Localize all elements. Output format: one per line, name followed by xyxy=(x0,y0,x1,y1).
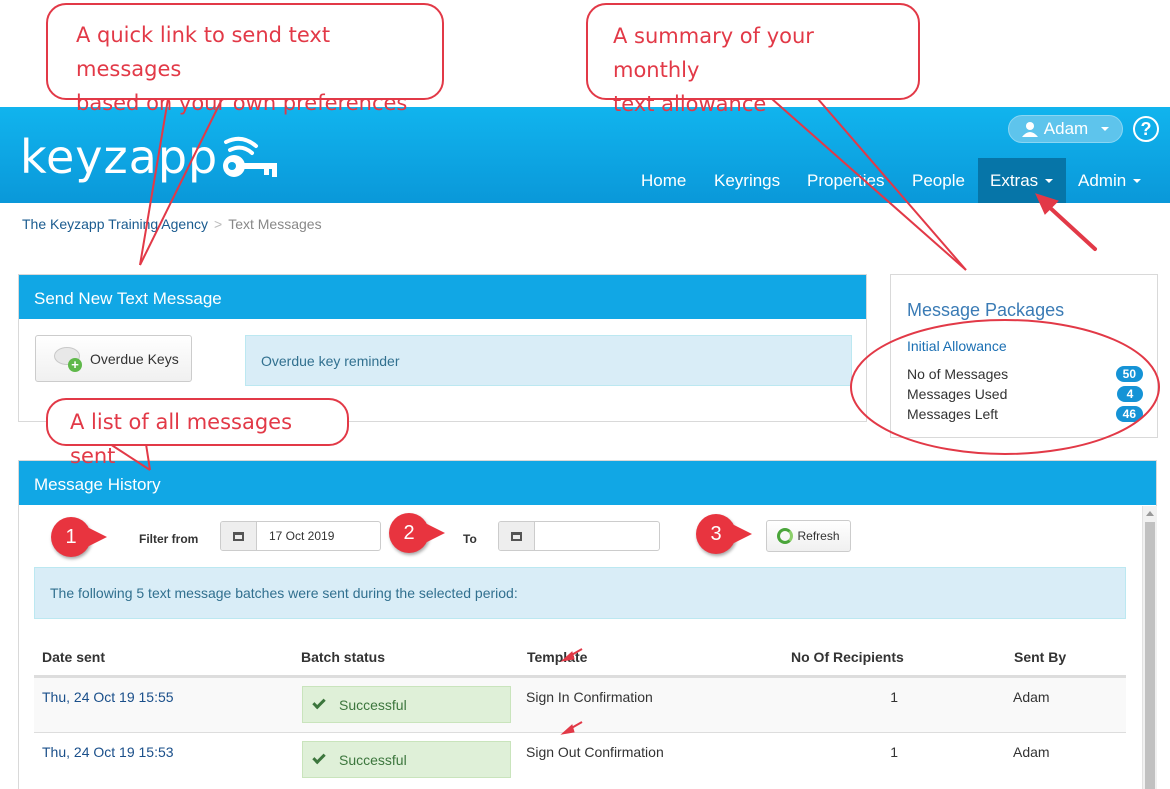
keyzapp-logo[interactable]: keyzapp xyxy=(20,127,282,187)
package-badge: 46 xyxy=(1115,406,1143,422)
step-marker-1: 1 xyxy=(51,517,107,557)
col-date-sent: Date sent xyxy=(42,649,106,665)
row-template: Sign Out Confirmation xyxy=(526,744,664,760)
filter-from-input[interactable]: 17 Oct 2019 xyxy=(257,522,346,550)
user-name: Adam xyxy=(1043,119,1089,138)
message-list-callout: A list of all messages sent xyxy=(46,398,349,468)
table-row[interactable]: Thu, 24 Oct 19 15:53 Successful Sign Out… xyxy=(34,732,1126,787)
calendar-icon[interactable] xyxy=(221,522,257,550)
callout-line: A list of all messages sent xyxy=(70,410,293,468)
chevron-down-icon xyxy=(1045,178,1054,183)
check-icon xyxy=(312,750,326,765)
status-text: Successful xyxy=(339,696,407,713)
quick-link-callout: A quick link to send text messages based… xyxy=(46,3,444,115)
row-recipients: 1 xyxy=(890,744,898,760)
refresh-icon xyxy=(777,528,794,544)
step-arrow-icon xyxy=(421,521,445,545)
package-label: Messages Left xyxy=(907,406,999,422)
filter-to-date[interactable] xyxy=(498,521,660,551)
status-text: Successful xyxy=(339,751,407,768)
user-icon xyxy=(1021,122,1038,137)
refresh-button[interactable]: Refresh xyxy=(766,520,851,552)
overdue-keys-label: Overdue Keys xyxy=(90,350,179,367)
scrollbar[interactable] xyxy=(1142,506,1157,789)
nav-people[interactable]: People xyxy=(900,158,977,203)
send-panel-title: Send New Text Message xyxy=(19,275,866,319)
package-label: No of Messages xyxy=(907,366,1009,382)
row-date[interactable]: Thu, 24 Oct 19 15:53 xyxy=(42,744,174,760)
logo-text: keyzapp xyxy=(20,130,219,184)
nav-keyrings[interactable]: Keyrings xyxy=(702,158,792,203)
filter-from-date[interactable]: 17 Oct 2019 xyxy=(220,521,381,551)
status-badge: Successful xyxy=(302,686,511,723)
overdue-keys-button[interactable]: + Overdue Keys xyxy=(35,335,192,382)
chevron-down-icon xyxy=(1101,127,1110,131)
status-badge: Successful xyxy=(302,741,511,778)
step-arrow-icon xyxy=(728,522,752,546)
key-wifi-icon xyxy=(223,136,278,177)
row-recipients: 1 xyxy=(890,689,898,705)
nav-label: Admin xyxy=(1078,170,1127,190)
filter-to-input[interactable] xyxy=(535,522,559,550)
breadcrumb-current: Text Messages xyxy=(228,216,322,232)
nav-extras[interactable]: Extras xyxy=(978,158,1066,203)
row-date[interactable]: Thu, 24 Oct 19 15:55 xyxy=(42,689,174,705)
col-recipients: No Of Recipients xyxy=(791,649,904,665)
nav-label: Extras xyxy=(990,170,1039,190)
breadcrumb: The Keyzapp Training Agency > Text Message… xyxy=(22,216,322,232)
package-badge: 50 xyxy=(1115,366,1143,382)
help-icon[interactable]: ? xyxy=(1133,116,1159,142)
callout-line: A quick link to send text messages xyxy=(76,23,331,81)
check-icon xyxy=(312,695,326,710)
table-header: Date sent Batch status Template No Of Re… xyxy=(34,639,1126,677)
package-row: Messages Left 46 xyxy=(907,406,1143,422)
package-row: Messages Used 4 xyxy=(907,386,1143,402)
row-template: Sign In Confirmation xyxy=(526,689,653,705)
nav-properties[interactable]: Properties xyxy=(795,158,896,203)
nav-label: Keyrings xyxy=(714,170,781,190)
message-packages-panel: Message Packages Initial Allowance No of… xyxy=(890,274,1158,438)
nav-label: People xyxy=(912,170,965,190)
breadcrumb-agency-link[interactable]: The Keyzapp Training Agency xyxy=(22,216,208,232)
package-label: Messages Used xyxy=(907,386,1008,402)
nav-label: Home xyxy=(641,170,687,190)
row-sent-by: Adam xyxy=(1013,689,1050,705)
nav-admin[interactable]: Admin xyxy=(1066,158,1153,203)
table-row[interactable]: Thu, 24 Oct 19 15:55 Successful Sign In … xyxy=(34,677,1126,732)
package-row: No of Messages 50 xyxy=(907,366,1143,382)
col-batch-status: Batch status xyxy=(301,649,386,665)
col-sent-by: Sent By xyxy=(1014,649,1067,665)
breadcrumb-separator: > xyxy=(214,216,223,232)
to-label: To xyxy=(463,532,477,546)
nav-home[interactable]: Home xyxy=(629,158,698,203)
step-arrow-icon xyxy=(83,525,107,549)
chevron-down-icon xyxy=(1133,178,1142,183)
step-marker-3: 3 xyxy=(696,514,752,554)
calendar-icon[interactable] xyxy=(499,522,535,550)
row-sent-by: Adam xyxy=(1013,744,1050,760)
scroll-up-arrow-icon[interactable] xyxy=(1146,511,1154,516)
message-history-table: Date sent Batch status Template No Of Re… xyxy=(34,639,1126,787)
filter-from-label: Filter from xyxy=(139,532,199,546)
nav-label: Properties xyxy=(807,170,885,190)
summary-callout: A summary of your monthly text allowance xyxy=(586,3,920,116)
package-badge: 4 xyxy=(1117,386,1143,402)
packages-title: Message Packages xyxy=(907,300,1065,320)
col-template: Template xyxy=(527,649,588,665)
callout-line: A summary of your monthly xyxy=(613,24,814,82)
scroll-thumb[interactable] xyxy=(1145,522,1155,789)
template-description: Overdue key reminder xyxy=(245,335,852,386)
user-menu-button[interactable]: Adam xyxy=(1008,115,1123,143)
message-history-panel: Message History Filter from 17 Oct 2019 … xyxy=(18,460,1157,789)
add-message-icon: + xyxy=(54,345,82,373)
callout-line: based on your own preferences xyxy=(76,91,408,115)
step-marker-2: 2 xyxy=(389,513,445,553)
results-info: The following 5 text message batches wer… xyxy=(34,567,1126,619)
header-bar: keyzapp Adam ? Home Keyrings Properties … xyxy=(0,107,1170,203)
initial-allowance-link[interactable]: Initial Allowance xyxy=(907,338,1007,354)
refresh-label: Refresh xyxy=(797,529,840,543)
callout-line: text allowance xyxy=(613,92,767,116)
